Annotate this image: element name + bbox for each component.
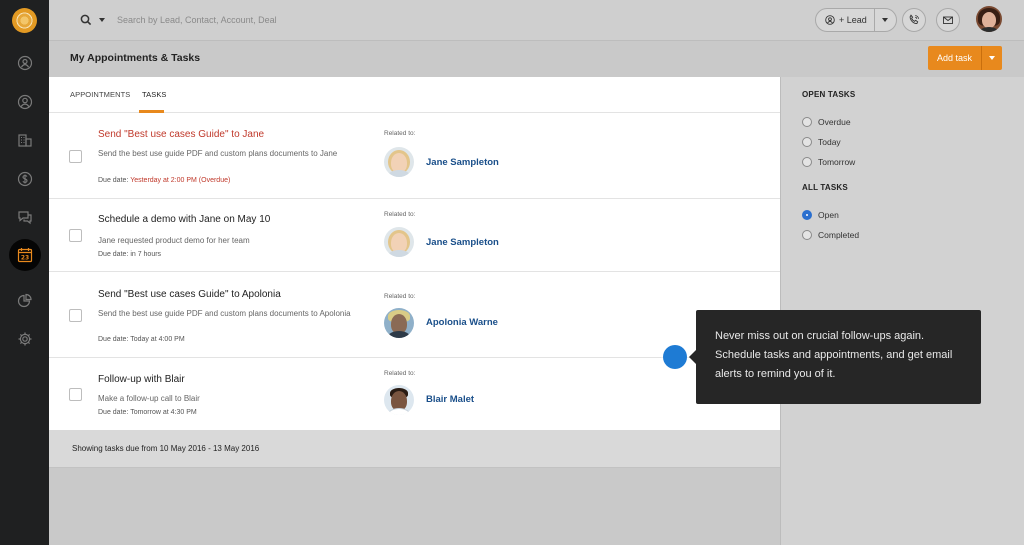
search-input[interactable] xyxy=(117,10,417,30)
related-contact-link[interactable]: Apolonia Warne xyxy=(426,317,498,328)
filter-label: Today xyxy=(818,137,841,147)
calendar-icon[interactable]: 23 xyxy=(16,246,34,264)
task-checkbox[interactable] xyxy=(69,150,82,163)
tab-bar: APPOINTMENTS TASKS xyxy=(49,77,780,113)
radio-button-selected[interactable] xyxy=(802,210,812,220)
phone-icon xyxy=(909,14,919,25)
related-to-label: Related to: xyxy=(384,130,416,137)
radio-button[interactable] xyxy=(802,157,812,167)
tooltip-arrow xyxy=(689,350,696,364)
due-date-value: Tomorrow at 4:30 PM xyxy=(130,409,197,416)
related-to-label: Related to: xyxy=(384,293,416,300)
radio-button[interactable] xyxy=(802,117,812,127)
filter-overdue[interactable]: Overdue xyxy=(802,117,851,127)
task-title[interactable]: Schedule a demo with Jane on May 10 xyxy=(98,214,270,225)
contact-avatar[interactable] xyxy=(384,227,414,257)
due-date-label: Due date: xyxy=(98,177,131,184)
related-to-label: Related to: xyxy=(384,211,416,218)
task-title[interactable]: Send "Best use cases Guide" to Jane xyxy=(98,129,264,140)
filter-open[interactable]: Open xyxy=(802,210,839,220)
filter-label: Open xyxy=(818,210,839,220)
task-checkbox[interactable] xyxy=(69,229,82,242)
related-contact-link[interactable]: Jane Sampleton xyxy=(426,157,499,168)
app-logo[interactable] xyxy=(12,8,37,33)
radio-button[interactable] xyxy=(802,137,812,147)
task-description: Send the best use guide PDF and custom p… xyxy=(98,149,338,158)
related-contact-link[interactable]: Blair Malet xyxy=(426,394,474,405)
filter-today[interactable]: Today xyxy=(802,137,841,147)
task-row[interactable]: Send "Best use cases Guide" to Jane Send… xyxy=(49,113,780,199)
panel-footer: Showing tasks due from 10 May 2016 - 13 … xyxy=(49,430,780,468)
due-date-label: Due date: xyxy=(98,336,131,343)
task-due-date: Due date: in 7 hours xyxy=(98,251,161,258)
top-bar: + Lead xyxy=(49,0,1024,41)
page-title: My Appointments & Tasks xyxy=(70,52,201,64)
due-date-value: in 7 hours xyxy=(130,251,162,258)
filter-label: Completed xyxy=(818,230,860,240)
user-avatar[interactable] xyxy=(976,6,1002,32)
chat-icon[interactable] xyxy=(16,208,34,226)
task-title[interactable]: Follow-up with Blair xyxy=(98,374,185,385)
add-task-dropdown-button[interactable] xyxy=(982,46,1002,70)
task-row[interactable]: Follow-up with Blair Make a follow-up ca… xyxy=(49,358,780,430)
onboarding-hotspot[interactable] xyxy=(663,345,687,369)
date-range-summary: Showing tasks due from 10 May 2016 - 13 … xyxy=(72,444,260,453)
filter-label: Overdue xyxy=(818,117,851,127)
filter-label: Tomorrow xyxy=(818,157,856,167)
contact-avatar[interactable] xyxy=(384,308,414,338)
svg-text:23: 23 xyxy=(21,255,29,262)
mail-icon xyxy=(943,16,953,24)
task-checkbox[interactable] xyxy=(69,309,82,322)
search-icon[interactable] xyxy=(79,13,93,27)
related-to-label: Related to: xyxy=(384,370,416,377)
chevron-down-icon xyxy=(989,56,995,60)
task-row[interactable]: Schedule a demo with Jane on May 10 Jane… xyxy=(49,199,780,272)
filter-completed[interactable]: Completed xyxy=(802,230,859,240)
due-date-value: Today at 4:00 PM xyxy=(130,336,185,343)
search-scope-chevron-down-icon[interactable] xyxy=(99,18,105,22)
onboarding-tooltip: Never miss out on crucial follow-ups aga… xyxy=(696,310,981,404)
filter-tomorrow[interactable]: Tomorrow xyxy=(802,157,855,167)
contact-icon[interactable] xyxy=(16,54,34,72)
tab-appointments[interactable]: APPOINTMENTS xyxy=(70,90,130,99)
due-date-label: Due date: xyxy=(98,251,131,258)
building-icon[interactable] xyxy=(16,131,34,149)
open-tasks-heading: OPEN TASKS xyxy=(802,90,856,99)
tasks-panel: APPOINTMENTS TASKS Send "Best use cases … xyxy=(49,77,780,430)
gear-icon[interactable] xyxy=(16,330,34,348)
task-description: Jane requested product demo for her team xyxy=(98,236,250,245)
tab-tasks[interactable]: TASKS xyxy=(142,90,167,99)
contact-avatar[interactable] xyxy=(384,385,414,415)
person-circle-icon xyxy=(825,15,835,25)
task-description: Make a follow-up call to Blair xyxy=(98,394,200,403)
chevron-down-icon xyxy=(882,18,889,22)
task-due-date: Due date: Today at 4:00 PM xyxy=(98,336,185,343)
dollar-icon[interactable] xyxy=(16,170,34,188)
task-checkbox[interactable] xyxy=(69,388,82,401)
contact-avatar[interactable] xyxy=(384,147,414,177)
left-sidebar: 23 xyxy=(0,0,49,545)
all-tasks-heading: ALL TASKS xyxy=(802,183,848,192)
due-date-label: Due date: xyxy=(98,409,131,416)
related-contact-link[interactable]: Jane Sampleton xyxy=(426,237,499,248)
task-due-date: Due date: Yesterday at 2:00 PM (Overdue) xyxy=(98,177,230,184)
task-description: Send the best use guide PDF and custom p… xyxy=(98,309,351,318)
add-lead-label: + Lead xyxy=(839,15,867,25)
task-due-date: Due date: Tomorrow at 4:30 PM xyxy=(98,409,197,416)
add-task-button[interactable]: Add task xyxy=(928,46,982,70)
due-date-value: Yesterday at 2:00 PM (Overdue) xyxy=(130,177,231,184)
add-lead-split-button[interactable]: + Lead xyxy=(815,8,897,32)
user-icon[interactable] xyxy=(16,93,34,111)
radio-button[interactable] xyxy=(802,230,812,240)
add-task-split-button[interactable]: Add task xyxy=(928,46,1002,70)
phone-button[interactable] xyxy=(902,8,926,32)
mail-button[interactable] xyxy=(936,8,960,32)
add-lead-button[interactable]: + Lead xyxy=(816,9,875,31)
task-title[interactable]: Send "Best use cases Guide" to Apolonia xyxy=(98,289,281,300)
add-lead-dropdown-button[interactable] xyxy=(875,18,896,22)
pie-chart-icon[interactable] xyxy=(16,292,34,310)
